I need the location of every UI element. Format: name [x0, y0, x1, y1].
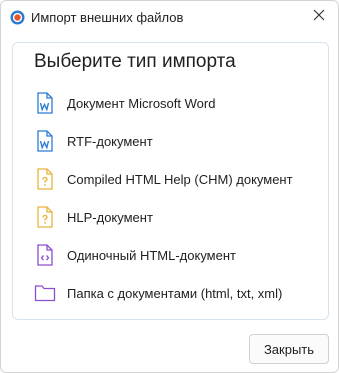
import-dialog: Импорт внешних файлов Выберите тип импор… [0, 0, 339, 373]
import-type-panel: Выберите тип импорта Документ Microsoft … [12, 42, 329, 320]
option-documents-folder[interactable]: Папка с документами (html, txt, xml) [21, 277, 320, 309]
option-word-document[interactable]: Документ Microsoft Word [21, 87, 320, 119]
option-label: Документ Microsoft Word [67, 95, 216, 111]
panel-title: Выберите тип импорта [34, 51, 236, 72]
folder-icon [33, 281, 57, 305]
window-close-button[interactable] [300, 1, 338, 33]
option-label: HLP-документ [67, 209, 153, 225]
app-icon [10, 10, 25, 25]
close-icon [313, 8, 325, 26]
titlebar: Импорт внешних файлов [1, 1, 338, 33]
rtf-document-icon [33, 129, 57, 153]
chm-help-icon [33, 167, 57, 191]
option-label: Одиночный HTML-документ [67, 247, 236, 263]
hlp-help-icon [33, 205, 57, 229]
word-document-icon [33, 91, 57, 115]
option-chm-document[interactable]: Compiled HTML Help (CHM) документ [21, 163, 320, 195]
close-button[interactable]: Закрыть [249, 334, 329, 364]
option-label: Папка с документами (html, txt, xml) [67, 285, 283, 301]
option-label: RTF-документ [67, 133, 153, 149]
option-rtf-document[interactable]: RTF-документ [21, 125, 320, 157]
option-label: Compiled HTML Help (CHM) документ [67, 171, 293, 187]
option-hlp-document[interactable]: HLP-документ [21, 201, 320, 233]
option-html-document[interactable]: Одиночный HTML-документ [21, 239, 320, 271]
window-title: Импорт внешних файлов [31, 10, 184, 25]
html-document-icon [33, 243, 57, 267]
